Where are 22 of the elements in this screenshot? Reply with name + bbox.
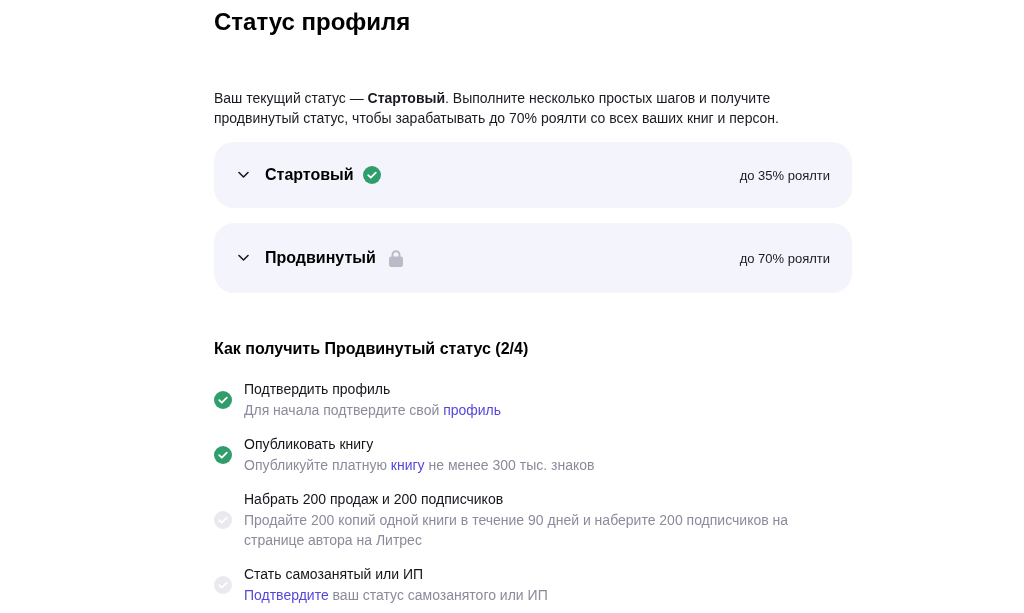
step-description: Подтвердите ваш статус самозанятого или ИП xyxy=(244,586,549,605)
step-title: Опубликовать книгу xyxy=(244,435,375,454)
link[interactable]: книгу xyxy=(390,457,425,473)
royalty-text: до 70% роялти xyxy=(739,250,830,266)
link[interactable]: профиль xyxy=(443,402,502,418)
royalty-text: до 35% роялти xyxy=(739,167,830,183)
chevron-down-icon[interactable] xyxy=(238,254,249,262)
step-description: Для начала подтвердите свой профиль xyxy=(244,401,503,420)
step-title: Набрать 200 продаж и 200 подписчиков xyxy=(244,490,505,509)
page-title: Статус профиля xyxy=(214,7,412,37)
level-name: Стартовый xyxy=(265,165,354,185)
chevron-down-icon[interactable] xyxy=(238,171,249,179)
step-description: Продайте 200 копий одной книги в течение 90 дней и наберите 200 подписчиков на странице автора на Литрес xyxy=(244,511,790,550)
intro-text: Ваш текущий статус — Стартовый. Выполните несколько простых шагов и получите продвинутый статус, чтобы зарабатывать до 70% роялти со всех ваших книг и персон. xyxy=(214,89,780,128)
status-level-card[interactable]: Стартовый до 35% роялти xyxy=(214,142,852,208)
status-level-card[interactable]: Продвинутый до 70% роялти xyxy=(214,223,852,293)
step-description: Опубликуйте платную книгу не менее 300 тыс. знаков xyxy=(244,456,596,475)
level-name: Продвинутый xyxy=(265,248,376,268)
step-title: Стать самозанятый или ИП xyxy=(244,565,424,584)
step-title: Подтвердить профиль xyxy=(244,380,392,399)
link[interactable]: Подтвердите xyxy=(244,587,329,603)
section-heading: Как получить Продвинутый статус (2/4) xyxy=(214,339,530,359)
